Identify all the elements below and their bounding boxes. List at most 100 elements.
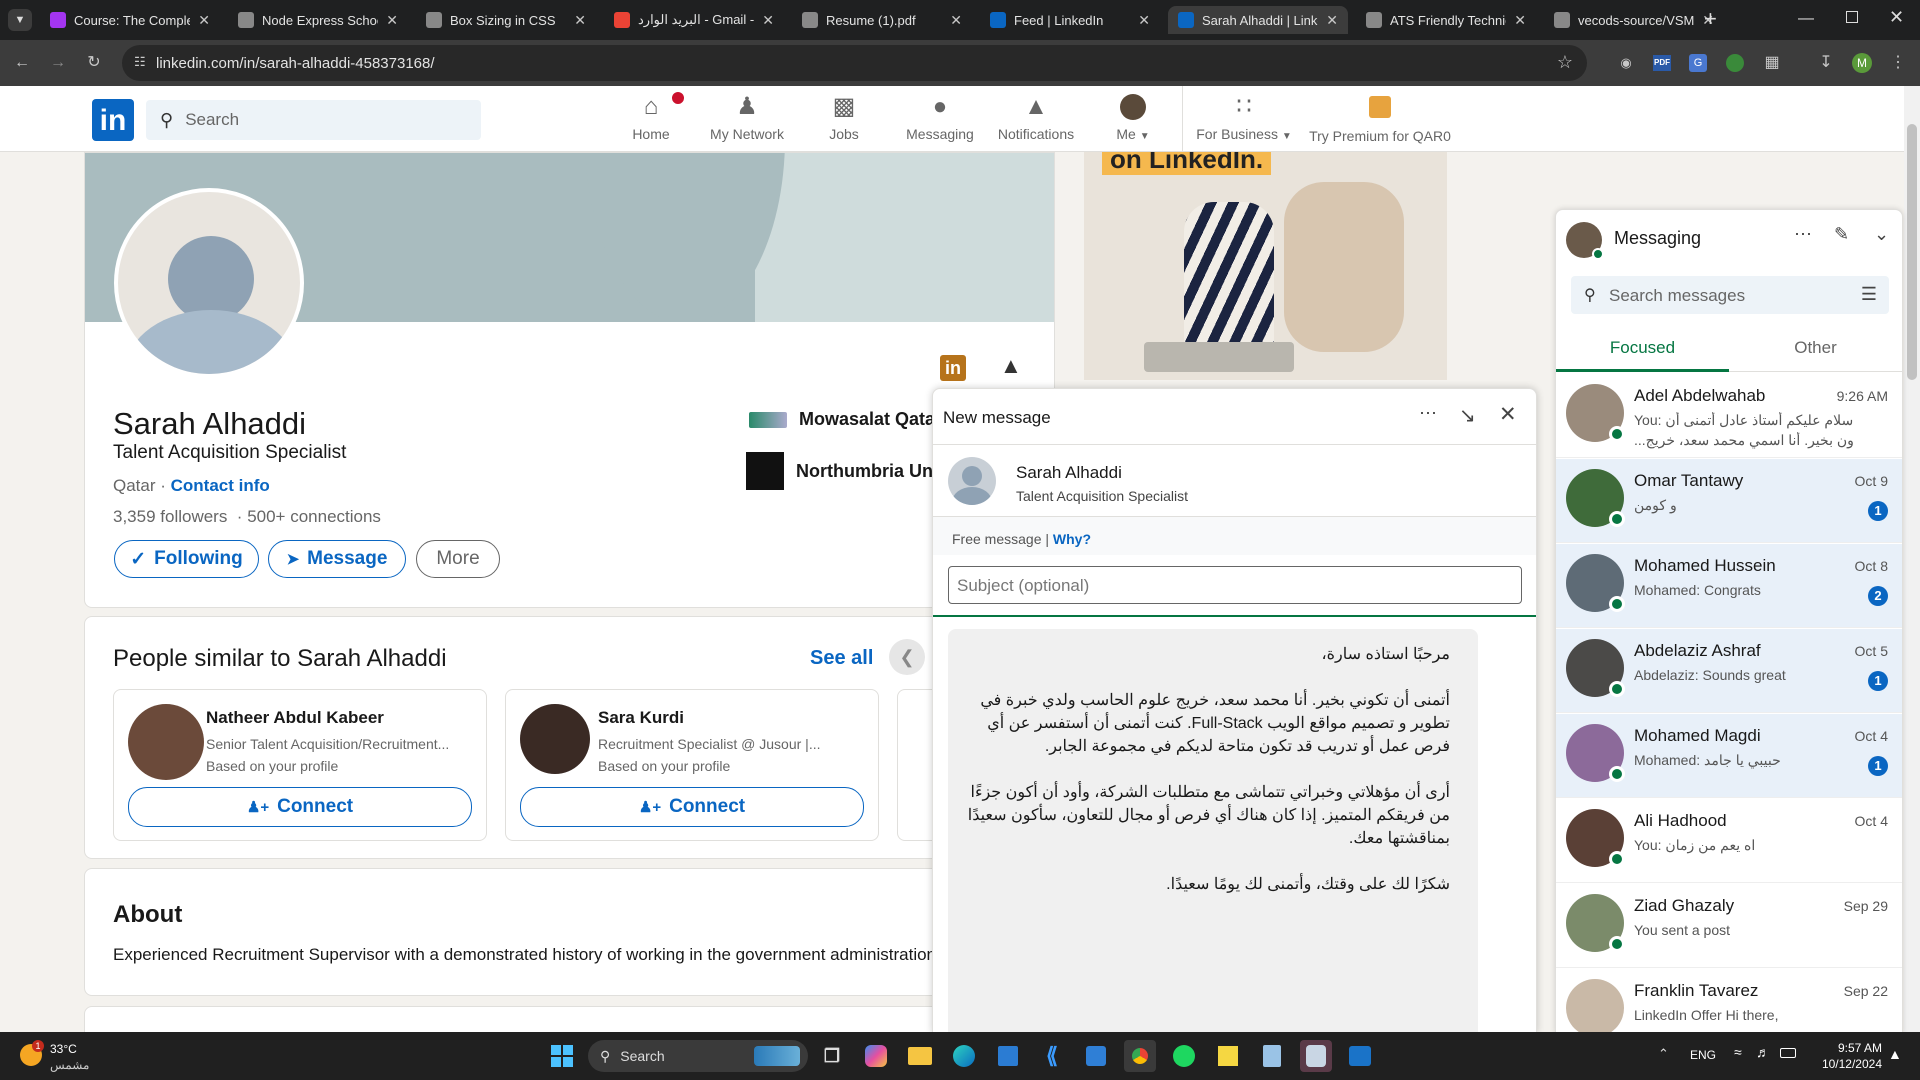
close-tab-icon[interactable]: ✕ (386, 12, 398, 29)
bell-icon[interactable]: ▲ (1000, 353, 1022, 379)
nav-my-network[interactable]: ♟ My Network (706, 92, 788, 148)
browser-tab[interactable]: Course: The Complete ✕ (40, 6, 220, 34)
avatar[interactable] (520, 704, 590, 774)
conversation-item[interactable]: Mohamed Magdi Oct 4 Mohamed: حبيبي يا جامد… (1556, 714, 1902, 798)
avatar[interactable] (948, 457, 996, 505)
linkedin-logo-icon[interactable]: in (92, 99, 134, 141)
compose-icon[interactable]: ✎ (1834, 224, 1849, 245)
followers-count[interactable]: 3,359 followers (113, 507, 227, 526)
clock[interactable]: 9:57 AM 10/12/2024 (1814, 1040, 1882, 1072)
tray-overflow-icon[interactable]: ⌃ (1658, 1046, 1669, 1062)
conversation-item[interactable]: Ziad Ghazaly Sep 29 You sent a post (1556, 884, 1902, 968)
contact-info-link[interactable]: Contact info (171, 476, 270, 495)
new-tab-button[interactable]: + (1704, 8, 1717, 30)
page-scrollbar[interactable] (1904, 86, 1920, 1032)
forward-icon[interactable]: → (46, 51, 70, 75)
bookmark-star-icon[interactable]: ☆ (1557, 52, 1573, 73)
message-button[interactable]: ➤ Message (268, 540, 406, 578)
person-name[interactable]: Natheer Abdul Kabeer (206, 708, 384, 728)
ad-banner[interactable]: on LinkedIn. (1084, 152, 1447, 380)
avatar[interactable] (128, 704, 204, 780)
extension-icon[interactable]: ◉ (1614, 51, 1638, 75)
close-window-icon[interactable]: ✕ (1889, 7, 1904, 28)
nav-try-premium[interactable]: Try Premium for QAR0 (1308, 92, 1452, 148)
browser-tab[interactable]: ATS Friendly Technica ✕ (1356, 6, 1536, 34)
close-tab-icon[interactable]: ✕ (1138, 12, 1150, 29)
following-button[interactable]: ✓ Following (114, 540, 259, 578)
taskbar-search[interactable]: ⚲ Search (588, 1040, 808, 1072)
minimize-window-icon[interactable]: — (1798, 10, 1814, 28)
chrome-menu-icon[interactable]: ⋮ (1886, 51, 1910, 75)
close-icon[interactable]: ✕ (1499, 402, 1517, 427)
extensions-puzzle-icon[interactable]: ▦ (1760, 51, 1784, 75)
new-message-header[interactable]: New message ⋯ ↘ ✕ (933, 389, 1536, 445)
browser-tab[interactable]: Box Sizing in CSS ✕ (416, 6, 596, 34)
nav-notifications[interactable]: ▲ Notifications (994, 92, 1078, 148)
messaging-header[interactable]: Messaging ⋯ ✎ ⌄ (1556, 210, 1902, 266)
microsoft-store-icon[interactable] (992, 1040, 1024, 1072)
see-all-link[interactable]: See all (810, 647, 873, 670)
notepad-icon[interactable] (1256, 1040, 1288, 1072)
carousel-prev-button[interactable]: ❮ (889, 639, 925, 675)
browser-tab[interactable]: Feed | LinkedIn ✕ (980, 6, 1160, 34)
nav-jobs[interactable]: ▩ Jobs (826, 92, 862, 148)
tab-list-dropdown-icon[interactable]: ▼ (8, 9, 32, 31)
nav-for-business[interactable]: ∷ For Business ▼ (1196, 92, 1292, 148)
conversation-item[interactable]: Ali Hadhood Oct 4 You: اه يعم من زمان (1556, 799, 1902, 883)
volume-icon[interactable]: ♬ (1756, 1044, 1770, 1060)
tree-extension-icon[interactable] (1726, 54, 1744, 72)
browser-tab[interactable]: Resume (1).pdf ✕ (792, 6, 972, 34)
profile-photo[interactable] (114, 188, 304, 378)
profile-avatar[interactable]: M (1852, 53, 1872, 73)
trello-icon[interactable] (1080, 1040, 1112, 1072)
reload-icon[interactable]: ↻ (82, 51, 106, 75)
tab-other[interactable]: Other (1729, 328, 1902, 372)
why-link[interactable]: Why? (1053, 531, 1091, 547)
close-tab-icon[interactable]: ✕ (198, 12, 210, 29)
app-icon[interactable] (1300, 1040, 1332, 1072)
more-options-icon[interactable]: ⋯ (1794, 224, 1812, 245)
battery-icon[interactable] (1780, 1048, 1796, 1058)
conversation-item[interactable]: Franklin Tavarez Sep 22 LinkedIn Offer Hi … (1556, 969, 1902, 1034)
search-input[interactable]: ⚲ Search (146, 100, 481, 140)
weather-widget[interactable]: 1 33°C مشمس (18, 1040, 118, 1074)
notification-bell-icon[interactable]: ▲ (1888, 1046, 1902, 1062)
conversation-item[interactable]: Abdelaziz Ashraf Oct 5 Abdelaziz: Sounds g… (1556, 629, 1902, 713)
chrome-icon[interactable] (1124, 1040, 1156, 1072)
chevron-down-icon[interactable]: ⌄ (1874, 224, 1889, 245)
person-name[interactable]: Sara Kurdi (598, 708, 684, 728)
nav-messaging[interactable]: ● Messaging (904, 92, 976, 148)
conversation-item[interactable]: Mohamed Hussein Oct 8 Mohamed: Congrats 2 (1556, 544, 1902, 628)
wifi-icon[interactable]: ≈ (1734, 1044, 1742, 1060)
connect-button[interactable]: ♟+ Connect (128, 787, 472, 827)
pdf-extension-icon[interactable]: PDF (1653, 55, 1671, 71)
translate-extension-icon[interactable]: G (1689, 54, 1707, 72)
back-icon[interactable]: ← (10, 51, 34, 75)
close-tab-icon[interactable]: ✕ (762, 12, 774, 29)
close-tab-icon[interactable]: ✕ (1326, 12, 1338, 29)
outlook-icon[interactable] (1344, 1040, 1376, 1072)
tab-focused[interactable]: Focused (1556, 328, 1729, 372)
connect-button[interactable]: ♟+ Connect (520, 787, 864, 827)
scrollbar-thumb[interactable] (1907, 124, 1917, 380)
restore-window-icon[interactable] (1846, 11, 1858, 23)
spotify-icon[interactable] (1168, 1040, 1200, 1072)
language-indicator[interactable]: ENG (1690, 1048, 1716, 1062)
connections-count[interactable]: 500+ connections (247, 507, 381, 526)
copilot-icon[interactable] (860, 1040, 892, 1072)
vscode-icon[interactable]: ⟪ (1036, 1040, 1068, 1072)
message-body-textarea[interactable]: مرحبًا استاذه سارة، أتمنى أن تكوني بخير.… (948, 629, 1478, 1034)
task-view-icon[interactable]: ❐ (816, 1040, 848, 1072)
address-bar[interactable]: ☷ linkedin.com/in/sarah-alhaddi-45837316… (122, 45, 1587, 81)
browser-tab[interactable]: البريد الوارد - Gmail - m ✕ (604, 6, 784, 34)
close-tab-icon[interactable]: ✕ (1514, 12, 1526, 29)
search-messages-input[interactable]: ⚲ Search messages ☰ (1571, 276, 1889, 314)
file-explorer-icon[interactable] (904, 1040, 936, 1072)
close-tab-icon[interactable]: ✕ (574, 12, 586, 29)
experience-mowasalat[interactable]: Mowasalat Qatar (749, 409, 942, 430)
conversation-item[interactable]: Omar Tantawy Oct 9 و كومن 1 (1556, 459, 1902, 543)
site-info-icon[interactable]: ☷ (134, 54, 146, 70)
filter-icon[interactable]: ☰ (1861, 284, 1877, 305)
download-icon[interactable]: ↧ (1814, 51, 1838, 75)
browser-tab[interactable]: vecods-source/VSMS ✕ (1544, 6, 1724, 34)
